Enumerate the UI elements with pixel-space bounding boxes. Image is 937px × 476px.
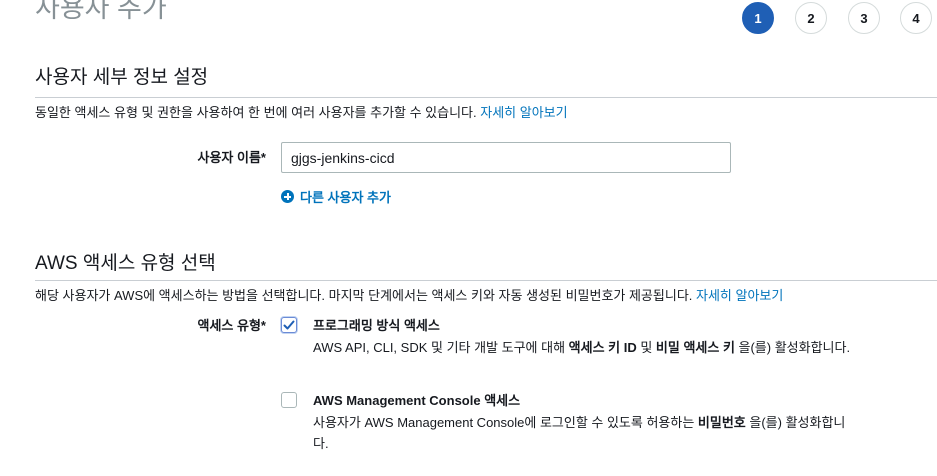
access-type-divider: [35, 280, 937, 281]
access-type-heading: AWS 액세스 유형 선택: [35, 253, 216, 274]
add-another-user-label: 다른 사용자 추가: [300, 190, 391, 205]
user-details-description: 동일한 액세스 유형 및 권한을 사용하여 한 번에 여러 사용자를 추가할 수…: [35, 104, 568, 122]
username-input[interactable]: [281, 142, 731, 173]
console-access-checkbox[interactable]: [281, 392, 297, 408]
plus-circle-icon: [281, 190, 294, 203]
programmatic-access-checkbox[interactable]: [281, 317, 297, 333]
console-access-title: AWS Management Console 액세스: [313, 393, 521, 408]
console-access-description: 사용자가 AWS Management Console에 로그인할 수 있도록 …: [313, 415, 846, 451]
checkmark-icon: [283, 320, 295, 330]
access-type-description-text: 해당 사용자가 AWS에 액세스하는 방법을 선택합니다. 마지막 단계에서는 …: [35, 288, 693, 303]
access-type-description: 해당 사용자가 AWS에 액세스하는 방법을 선택합니다. 마지막 단계에서는 …: [35, 287, 783, 305]
programmatic-access-description: AWS API, CLI, SDK 및 기타 개발 도구에 대해 액세스 키 I…: [313, 340, 851, 355]
username-label: 사용자 이름*: [197, 150, 266, 165]
access-type-learn-more-link[interactable]: 자세히 알아보기: [696, 288, 783, 303]
user-details-learn-more-link[interactable]: 자세히 알아보기: [480, 105, 567, 120]
step-2-indicator[interactable]: 2: [795, 2, 827, 34]
user-details-heading: 사용자 세부 정보 설정: [35, 67, 209, 88]
user-details-description-text: 동일한 액세스 유형 및 권한을 사용하여 한 번에 여러 사용자를 추가할 수…: [35, 105, 477, 120]
add-another-user-button[interactable]: 다른 사용자 추가: [281, 187, 391, 206]
programmatic-access-title: 프로그래밍 방식 액세스: [313, 318, 440, 333]
step-4-indicator[interactable]: 4: [900, 2, 932, 34]
access-type-label: 액세스 유형*: [197, 318, 266, 333]
step-3-indicator[interactable]: 3: [848, 2, 880, 34]
step-1-indicator[interactable]: 1: [742, 2, 774, 34]
user-details-divider: [35, 97, 937, 98]
page-title: 사용자 추가: [35, 0, 167, 23]
